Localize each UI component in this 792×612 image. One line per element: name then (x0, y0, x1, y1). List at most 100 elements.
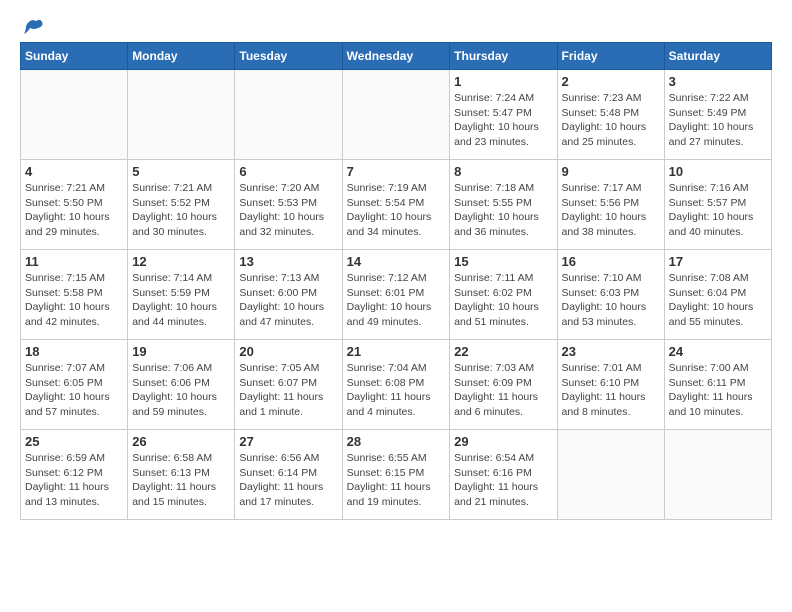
day-info: Sunrise: 7:18 AM Sunset: 5:55 PM Dayligh… (454, 181, 552, 240)
calendar-cell: 23Sunrise: 7:01 AM Sunset: 6:10 PM Dayli… (557, 340, 664, 430)
day-number: 6 (239, 164, 337, 179)
day-info: Sunrise: 7:07 AM Sunset: 6:05 PM Dayligh… (25, 361, 123, 420)
calendar-cell: 27 Sunrise: 6:56 AM Sunset: 6:14 PM Dayli… (235, 430, 342, 520)
day-info: Sunrise: 7:21 AM Sunset: 5:52 PM Dayligh… (132, 181, 230, 240)
calendar-cell: 21 Sunrise: 7:04 AM Sunset: 6:08 PM Dayli… (342, 340, 450, 430)
calendar-cell: 25Sunrise: 6:59 AM Sunset: 6:12 PM Dayli… (21, 430, 128, 520)
day-number: 16 (562, 254, 660, 269)
calendar-cell: 3Sunrise: 7:22 AM Sunset: 5:49 PM Daylig… (664, 70, 771, 160)
calendar-cell: 24 Sunrise: 7:00 AM Sunset: 6:11 PM Dayli… (664, 340, 771, 430)
calendar-cell (235, 70, 342, 160)
calendar-cell: 6 Sunrise: 7:20 AM Sunset: 5:53 PM Daylig… (235, 160, 342, 250)
day-number: 20 (239, 344, 337, 359)
day-info: Sunrise: 7:21 AM Sunset: 5:50 PM Dayligh… (25, 181, 123, 240)
calendar-week-row: 1 Sunrise: 7:24 AM Sunset: 5:47 PM Daylig… (21, 70, 772, 160)
day-number: 29 (454, 434, 552, 449)
day-number: 12 (132, 254, 230, 269)
day-info: Sunrise: 7:03 AM Sunset: 6:09 PM Dayligh… (454, 361, 552, 420)
calendar-cell: 18Sunrise: 7:07 AM Sunset: 6:05 PM Dayli… (21, 340, 128, 430)
calendar-cell (128, 70, 235, 160)
calendar-header-row: SundayMondayTuesdayWednesdayThursdayFrid… (21, 43, 772, 70)
calendar-cell: 8 Sunrise: 7:18 AM Sunset: 5:55 PM Daylig… (450, 160, 557, 250)
day-number: 15 (454, 254, 552, 269)
day-header-tuesday: Tuesday (235, 43, 342, 70)
day-info: Sunrise: 6:56 AM Sunset: 6:14 PM Dayligh… (239, 451, 337, 510)
day-number: 8 (454, 164, 552, 179)
day-info: Sunrise: 7:17 AM Sunset: 5:56 PM Dayligh… (562, 181, 660, 240)
page-header (20, 20, 772, 32)
calendar-cell: 19 Sunrise: 7:06 AM Sunset: 6:06 PM Dayli… (128, 340, 235, 430)
calendar-cell: 16 Sunrise: 7:10 AM Sunset: 6:03 PM Dayli… (557, 250, 664, 340)
day-info: Sunrise: 7:04 AM Sunset: 6:08 PM Dayligh… (347, 361, 446, 420)
day-info: Sunrise: 7:06 AM Sunset: 6:06 PM Dayligh… (132, 361, 230, 420)
day-number: 26 (132, 434, 230, 449)
calendar-cell: 15 Sunrise: 7:11 AM Sunset: 6:02 PM Dayli… (450, 250, 557, 340)
day-info: Sunrise: 6:55 AM Sunset: 6:15 PM Dayligh… (347, 451, 446, 510)
day-info: Sunrise: 7:01 AM Sunset: 6:10 PM Dayligh… (562, 361, 660, 420)
calendar-cell (557, 430, 664, 520)
calendar-week-row: 18Sunrise: 7:07 AM Sunset: 6:05 PM Dayli… (21, 340, 772, 430)
calendar-cell (664, 430, 771, 520)
calendar-cell: 5 Sunrise: 7:21 AM Sunset: 5:52 PM Daylig… (128, 160, 235, 250)
day-number: 24 (669, 344, 767, 359)
day-info: Sunrise: 7:00 AM Sunset: 6:11 PM Dayligh… (669, 361, 767, 420)
calendar-week-row: 11 Sunrise: 7:15 AM Sunset: 5:58 PM Dayli… (21, 250, 772, 340)
day-info: Sunrise: 7:23 AM Sunset: 5:48 PM Dayligh… (562, 91, 660, 150)
calendar-cell: 11 Sunrise: 7:15 AM Sunset: 5:58 PM Dayli… (21, 250, 128, 340)
day-header-wednesday: Wednesday (342, 43, 450, 70)
calendar-cell: 1 Sunrise: 7:24 AM Sunset: 5:47 PM Daylig… (450, 70, 557, 160)
day-info: Sunrise: 7:11 AM Sunset: 6:02 PM Dayligh… (454, 271, 552, 330)
calendar-cell: 13 Sunrise: 7:13 AM Sunset: 6:00 PM Dayli… (235, 250, 342, 340)
day-info: Sunrise: 7:16 AM Sunset: 5:57 PM Dayligh… (669, 181, 767, 240)
calendar-cell: 4 Sunrise: 7:21 AM Sunset: 5:50 PM Daylig… (21, 160, 128, 250)
calendar-cell: 26 Sunrise: 6:58 AM Sunset: 6:13 PM Dayli… (128, 430, 235, 520)
day-number: 22 (454, 344, 552, 359)
day-info: Sunrise: 6:59 AM Sunset: 6:12 PM Dayligh… (25, 451, 123, 510)
day-info: Sunrise: 6:54 AM Sunset: 6:16 PM Dayligh… (454, 451, 552, 510)
calendar-cell: 9 Sunrise: 7:17 AM Sunset: 5:56 PM Daylig… (557, 160, 664, 250)
day-info: Sunrise: 7:12 AM Sunset: 6:01 PM Dayligh… (347, 271, 446, 330)
calendar-table: SundayMondayTuesdayWednesdayThursdayFrid… (20, 42, 772, 520)
calendar-cell: 22 Sunrise: 7:03 AM Sunset: 6:09 PM Dayli… (450, 340, 557, 430)
calendar-cell: 2 Sunrise: 7:23 AM Sunset: 5:48 PM Daylig… (557, 70, 664, 160)
day-number: 9 (562, 164, 660, 179)
day-header-saturday: Saturday (664, 43, 771, 70)
calendar-cell: 14 Sunrise: 7:12 AM Sunset: 6:01 PM Dayli… (342, 250, 450, 340)
day-number: 5 (132, 164, 230, 179)
day-number: 1 (454, 74, 552, 89)
day-info: Sunrise: 7:05 AM Sunset: 6:07 PM Dayligh… (239, 361, 337, 420)
day-number: 27 (239, 434, 337, 449)
day-info: Sunrise: 7:10 AM Sunset: 6:03 PM Dayligh… (562, 271, 660, 330)
day-info: Sunrise: 7:22 AM Sunset: 5:49 PM Dayligh… (669, 91, 767, 150)
calendar-cell: 17Sunrise: 7:08 AM Sunset: 6:04 PM Dayli… (664, 250, 771, 340)
day-number: 17 (669, 254, 767, 269)
logo-bird-icon (22, 16, 44, 36)
calendar-cell: 7Sunrise: 7:19 AM Sunset: 5:54 PM Daylig… (342, 160, 450, 250)
day-info: Sunrise: 7:13 AM Sunset: 6:00 PM Dayligh… (239, 271, 337, 330)
calendar-week-row: 4 Sunrise: 7:21 AM Sunset: 5:50 PM Daylig… (21, 160, 772, 250)
day-number: 14 (347, 254, 446, 269)
calendar-cell: 29 Sunrise: 6:54 AM Sunset: 6:16 PM Dayli… (450, 430, 557, 520)
day-info: Sunrise: 7:15 AM Sunset: 5:58 PM Dayligh… (25, 271, 123, 330)
day-info: Sunrise: 6:58 AM Sunset: 6:13 PM Dayligh… (132, 451, 230, 510)
calendar-cell: 28Sunrise: 6:55 AM Sunset: 6:15 PM Dayli… (342, 430, 450, 520)
calendar-cell (342, 70, 450, 160)
day-info: Sunrise: 7:24 AM Sunset: 5:47 PM Dayligh… (454, 91, 552, 150)
day-number: 4 (25, 164, 123, 179)
day-number: 7 (347, 164, 446, 179)
day-info: Sunrise: 7:14 AM Sunset: 5:59 PM Dayligh… (132, 271, 230, 330)
day-number: 19 (132, 344, 230, 359)
day-header-monday: Monday (128, 43, 235, 70)
calendar-cell: 12 Sunrise: 7:14 AM Sunset: 5:59 PM Dayli… (128, 250, 235, 340)
day-number: 21 (347, 344, 446, 359)
day-number: 11 (25, 254, 123, 269)
day-number: 2 (562, 74, 660, 89)
logo (20, 20, 44, 32)
day-number: 13 (239, 254, 337, 269)
calendar-week-row: 25Sunrise: 6:59 AM Sunset: 6:12 PM Dayli… (21, 430, 772, 520)
day-header-sunday: Sunday (21, 43, 128, 70)
day-header-friday: Friday (557, 43, 664, 70)
calendar-cell: 20 Sunrise: 7:05 AM Sunset: 6:07 PM Dayli… (235, 340, 342, 430)
day-info: Sunrise: 7:20 AM Sunset: 5:53 PM Dayligh… (239, 181, 337, 240)
day-header-thursday: Thursday (450, 43, 557, 70)
